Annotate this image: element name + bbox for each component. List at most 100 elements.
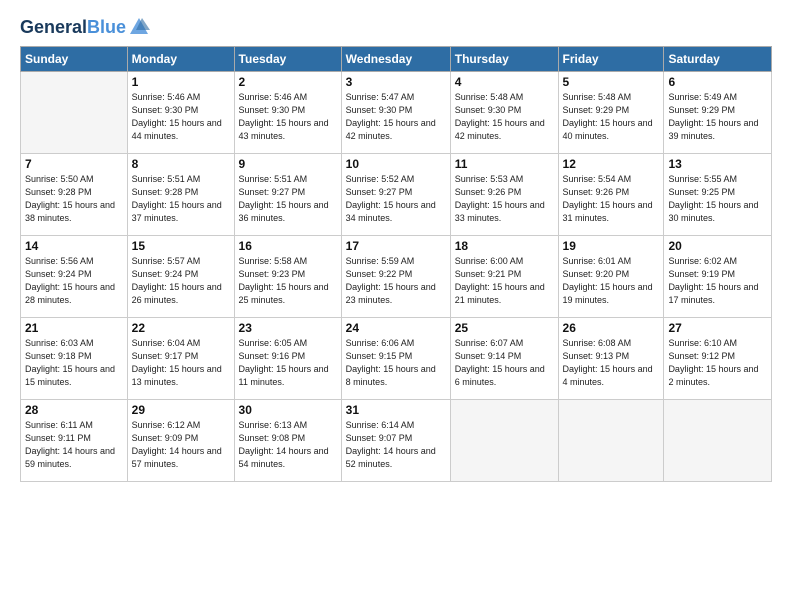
header: GeneralBlue [20,18,772,38]
calendar-cell: 10 Sunrise: 5:52 AMSunset: 9:27 PMDayligh… [341,154,450,236]
day-number: 16 [239,239,337,253]
day-detail: Sunrise: 6:00 AMSunset: 9:21 PMDaylight:… [455,255,554,307]
day-number: 2 [239,75,337,89]
day-detail: Sunrise: 5:53 AMSunset: 9:26 PMDaylight:… [455,173,554,225]
calendar-cell [664,400,772,482]
day-detail: Sunrise: 6:07 AMSunset: 9:14 PMDaylight:… [455,337,554,389]
day-number: 1 [132,75,230,89]
day-detail: Sunrise: 5:59 AMSunset: 9:22 PMDaylight:… [346,255,446,307]
calendar-cell: 8Sunrise: 5:51 AMSunset: 9:28 PMDaylight… [127,154,234,236]
calendar-table: SundayMondayTuesdayWednesdayThursdayFrid… [20,46,772,482]
calendar-cell [21,72,128,154]
day-number: 18 [455,239,554,253]
calendar-cell: 6 Sunrise: 5:49 AMSunset: 9:29 PMDaylight… [664,72,772,154]
calendar-week-3: 14 Sunrise: 5:56 AMSunset: 9:24 PMDayligh… [21,236,772,318]
day-detail: Sunrise: 6:13 AMSunset: 9:08 PMDaylight:… [239,419,337,471]
calendar-cell [558,400,664,482]
calendar-cell: 15Sunrise: 5:57 AMSunset: 9:24 PMDayligh… [127,236,234,318]
day-number: 10 [346,157,446,171]
calendar-cell: 24 Sunrise: 6:06 AMSunset: 9:15 PMDayligh… [341,318,450,400]
calendar-cell: 4 Sunrise: 5:48 AMSunset: 9:30 PMDaylight… [450,72,558,154]
calendar-cell: 29Sunrise: 6:12 AMSunset: 9:09 PMDayligh… [127,400,234,482]
calendar-cell: 13Sunrise: 5:55 AMSunset: 9:25 PMDayligh… [664,154,772,236]
calendar-cell: 19Sunrise: 6:01 AMSunset: 9:20 PMDayligh… [558,236,664,318]
day-number: 28 [25,403,123,417]
day-number: 14 [25,239,123,253]
calendar-cell: 28 Sunrise: 6:11 AMSunset: 9:11 PMDayligh… [21,400,128,482]
day-number: 24 [346,321,446,335]
day-number: 21 [25,321,123,335]
day-detail: Sunrise: 5:48 AMSunset: 9:29 PMDaylight:… [563,91,660,143]
day-detail: Sunrise: 5:54 AMSunset: 9:26 PMDaylight:… [563,173,660,225]
calendar-cell: 31 Sunrise: 6:14 AMSunset: 9:07 PMDayligh… [341,400,450,482]
calendar-cell [450,400,558,482]
day-detail: Sunrise: 6:14 AMSunset: 9:07 PMDaylight:… [346,419,446,471]
day-detail: Sunrise: 5:58 AMSunset: 9:23 PMDaylight:… [239,255,337,307]
day-number: 23 [239,321,337,335]
calendar-cell: 23 Sunrise: 6:05 AMSunset: 9:16 PMDayligh… [234,318,341,400]
calendar-cell: 22Sunrise: 6:04 AMSunset: 9:17 PMDayligh… [127,318,234,400]
calendar-week-1: 1 Sunrise: 5:46 AMSunset: 9:30 PMDaylight… [21,72,772,154]
logo-icon [128,16,150,38]
weekday-header-friday: Friday [558,47,664,72]
day-number: 31 [346,403,446,417]
calendar-cell: 9 Sunrise: 5:51 AMSunset: 9:27 PMDaylight… [234,154,341,236]
calendar-cell: 14 Sunrise: 5:56 AMSunset: 9:24 PMDayligh… [21,236,128,318]
weekday-header-monday: Monday [127,47,234,72]
weekday-header-tuesday: Tuesday [234,47,341,72]
weekday-header-sunday: Sunday [21,47,128,72]
weekday-header-wednesday: Wednesday [341,47,450,72]
day-number: 7 [25,157,123,171]
calendar-cell: 30 Sunrise: 6:13 AMSunset: 9:08 PMDayligh… [234,400,341,482]
day-detail: Sunrise: 5:46 AMSunset: 9:30 PMDaylight:… [132,91,230,143]
calendar-week-5: 28 Sunrise: 6:11 AMSunset: 9:11 PMDayligh… [21,400,772,482]
day-number: 4 [455,75,554,89]
day-number: 6 [668,75,767,89]
calendar-cell: 1 Sunrise: 5:46 AMSunset: 9:30 PMDaylight… [127,72,234,154]
day-detail: Sunrise: 6:05 AMSunset: 9:16 PMDaylight:… [239,337,337,389]
day-detail: Sunrise: 5:51 AMSunset: 9:27 PMDaylight:… [239,173,337,225]
calendar-week-2: 7 Sunrise: 5:50 AMSunset: 9:28 PMDaylight… [21,154,772,236]
calendar-cell: 26 Sunrise: 6:08 AMSunset: 9:13 PMDayligh… [558,318,664,400]
logo-text: GeneralBlue [20,18,126,38]
calendar-cell: 2 Sunrise: 5:46 AMSunset: 9:30 PMDaylight… [234,72,341,154]
day-detail: Sunrise: 5:48 AMSunset: 9:30 PMDaylight:… [455,91,554,143]
day-detail: Sunrise: 5:52 AMSunset: 9:27 PMDaylight:… [346,173,446,225]
day-number: 17 [346,239,446,253]
calendar-cell: 27 Sunrise: 6:10 AMSunset: 9:12 PMDayligh… [664,318,772,400]
day-detail: Sunrise: 6:11 AMSunset: 9:11 PMDaylight:… [25,419,123,471]
day-detail: Sunrise: 5:47 AMSunset: 9:30 PMDaylight:… [346,91,446,143]
day-number: 9 [239,157,337,171]
day-number: 22 [132,321,230,335]
day-number: 15 [132,239,230,253]
calendar-cell: 18 Sunrise: 6:00 AMSunset: 9:21 PMDayligh… [450,236,558,318]
day-number: 29 [132,403,230,417]
day-number: 30 [239,403,337,417]
day-detail: Sunrise: 6:10 AMSunset: 9:12 PMDaylight:… [668,337,767,389]
day-number: 26 [563,321,660,335]
day-detail: Sunrise: 5:51 AMSunset: 9:28 PMDaylight:… [132,173,230,225]
day-detail: Sunrise: 6:02 AMSunset: 9:19 PMDaylight:… [668,255,767,307]
day-number: 25 [455,321,554,335]
day-number: 13 [668,157,767,171]
day-detail: Sunrise: 5:50 AMSunset: 9:28 PMDaylight:… [25,173,123,225]
calendar-cell: 7 Sunrise: 5:50 AMSunset: 9:28 PMDaylight… [21,154,128,236]
calendar-page: GeneralBlue SundayMondayTuesdayWednesday… [0,0,792,492]
day-number: 5 [563,75,660,89]
weekday-header-row: SundayMondayTuesdayWednesdayThursdayFrid… [21,47,772,72]
calendar-cell: 16 Sunrise: 5:58 AMSunset: 9:23 PMDayligh… [234,236,341,318]
day-number: 19 [563,239,660,253]
day-detail: Sunrise: 5:46 AMSunset: 9:30 PMDaylight:… [239,91,337,143]
day-number: 12 [563,157,660,171]
day-detail: Sunrise: 6:08 AMSunset: 9:13 PMDaylight:… [563,337,660,389]
day-number: 20 [668,239,767,253]
day-detail: Sunrise: 5:56 AMSunset: 9:24 PMDaylight:… [25,255,123,307]
calendar-cell: 21Sunrise: 6:03 AMSunset: 9:18 PMDayligh… [21,318,128,400]
day-number: 27 [668,321,767,335]
calendar-cell: 12 Sunrise: 5:54 AMSunset: 9:26 PMDayligh… [558,154,664,236]
calendar-cell: 17 Sunrise: 5:59 AMSunset: 9:22 PMDayligh… [341,236,450,318]
day-number: 11 [455,157,554,171]
day-detail: Sunrise: 5:49 AMSunset: 9:29 PMDaylight:… [668,91,767,143]
day-detail: Sunrise: 6:06 AMSunset: 9:15 PMDaylight:… [346,337,446,389]
calendar-cell: 11 Sunrise: 5:53 AMSunset: 9:26 PMDayligh… [450,154,558,236]
